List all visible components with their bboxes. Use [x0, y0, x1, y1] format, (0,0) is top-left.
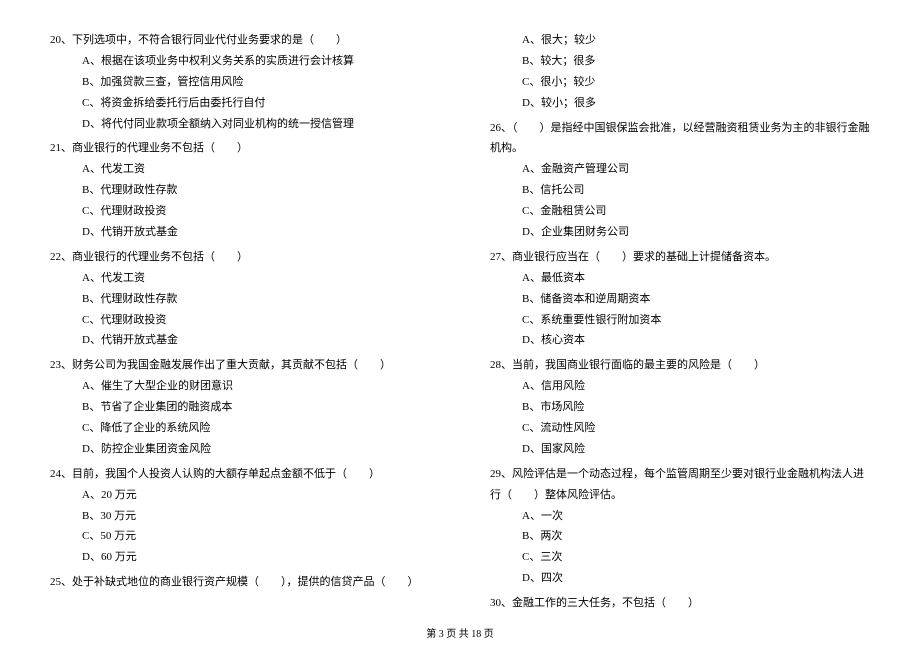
option: B、市场风险 [522, 397, 870, 418]
option: C、50 万元 [82, 526, 430, 547]
question-stem: 26、（ ）是指经中国银保监会批准，以经营融资租赁业务为主的非银行金融机构。 [490, 118, 870, 160]
option: D、较小；很多 [522, 93, 870, 114]
option: B、加强贷款三查，管控信用风险 [82, 72, 430, 93]
question-23: 23、财务公司为我国金融发展作出了重大贡献，其贡献不包括（ ） A、催生了大型企… [50, 355, 430, 459]
option: D、代销开放式基金 [82, 222, 430, 243]
question-options: A、金融资产管理公司 B、信托公司 C、金融租赁公司 D、企业集团财务公司 [490, 159, 870, 243]
page-content: 20、下列选项中，不符合银行同业代付业务要求的是（ ） A、根据在该项业务中权利… [0, 0, 920, 618]
question-stem: 28、当前，我国商业银行面临的最主要的风险是（ ） [490, 355, 870, 376]
question-26: 26、（ ）是指经中国银保监会批准，以经营融资租赁业务为主的非银行金融机构。 A… [490, 118, 870, 243]
option: A、代发工资 [82, 159, 430, 180]
option: D、四次 [522, 568, 870, 589]
option: A、一次 [522, 506, 870, 527]
question-options: A、代发工资 B、代理财政性存款 C、代理财政投资 D、代销开放式基金 [50, 159, 430, 243]
option: A、催生了大型企业的财团意识 [82, 376, 430, 397]
option: D、核心资本 [522, 330, 870, 351]
question-stem: 25、处于补缺式地位的商业银行资产规模（ ），提供的信贷产品（ ） [50, 572, 430, 593]
option: A、20 万元 [82, 485, 430, 506]
option: B、30 万元 [82, 506, 430, 527]
question-stem: 27、商业银行应当在（ ）要求的基础上计提储备资本。 [490, 247, 870, 268]
question-options: A、很大；较少 B、较大；很多 C、很小；较少 D、较小；很多 [490, 30, 870, 114]
option: C、降低了企业的系统风险 [82, 418, 430, 439]
option: C、三次 [522, 547, 870, 568]
option: B、代理财政性存款 [82, 289, 430, 310]
question-27: 27、商业银行应当在（ ）要求的基础上计提储备资本。 A、最低资本 B、储备资本… [490, 247, 870, 351]
option: A、金融资产管理公司 [522, 159, 870, 180]
question-stem: 30、金融工作的三大任务，不包括（ ） [490, 593, 870, 614]
right-column: A、很大；较少 B、较大；很多 C、很小；较少 D、较小；很多 26、（ ）是指… [490, 30, 870, 618]
question-options: A、催生了大型企业的财团意识 B、节省了企业集团的融资成本 C、降低了企业的系统… [50, 376, 430, 460]
option: B、代理财政性存款 [82, 180, 430, 201]
option: B、节省了企业集团的融资成本 [82, 397, 430, 418]
option: C、很小；较少 [522, 72, 870, 93]
option: C、金融租赁公司 [522, 201, 870, 222]
question-29: 29、风险评估是一个动态过程，每个监管周期至少要对银行业金融机构法人进行（ ）整… [490, 464, 870, 589]
question-stem: 20、下列选项中，不符合银行同业代付业务要求的是（ ） [50, 30, 430, 51]
option: C、代理财政投资 [82, 310, 430, 331]
question-stem: 22、商业银行的代理业务不包括（ ） [50, 247, 430, 268]
question-stem: 29、风险评估是一个动态过程，每个监管周期至少要对银行业金融机构法人进行（ ）整… [490, 464, 870, 506]
option: D、防控企业集团资金风险 [82, 439, 430, 460]
question-stem: 23、财务公司为我国金融发展作出了重大贡献，其贡献不包括（ ） [50, 355, 430, 376]
option: B、信托公司 [522, 180, 870, 201]
option: D、国家风险 [522, 439, 870, 460]
left-column: 20、下列选项中，不符合银行同业代付业务要求的是（ ） A、根据在该项业务中权利… [50, 30, 430, 618]
option: A、根据在该项业务中权利义务关系的实质进行会计核算 [82, 51, 430, 72]
option: C、将资金拆给委托行后由委托行自付 [82, 93, 430, 114]
question-options: A、代发工资 B、代理财政性存款 C、代理财政投资 D、代销开放式基金 [50, 268, 430, 352]
option: D、60 万元 [82, 547, 430, 568]
question-20: 20、下列选项中，不符合银行同业代付业务要求的是（ ） A、根据在该项业务中权利… [50, 30, 430, 134]
option: B、两次 [522, 526, 870, 547]
question-21: 21、商业银行的代理业务不包括（ ） A、代发工资 B、代理财政性存款 C、代理… [50, 138, 430, 242]
option: D、企业集团财务公司 [522, 222, 870, 243]
question-options: A、20 万元 B、30 万元 C、50 万元 D、60 万元 [50, 485, 430, 569]
question-25: 25、处于补缺式地位的商业银行资产规模（ ），提供的信贷产品（ ） [50, 572, 430, 593]
question-options: A、一次 B、两次 C、三次 D、四次 [490, 506, 870, 590]
question-stem: 21、商业银行的代理业务不包括（ ） [50, 138, 430, 159]
option: D、将代付同业款项全额纳入对同业机构的统一授信管理 [82, 114, 430, 135]
question-options: A、根据在该项业务中权利义务关系的实质进行会计核算 B、加强贷款三查，管控信用风… [50, 51, 430, 135]
question-options: A、最低资本 B、储备资本和逆周期资本 C、系统重要性银行附加资本 D、核心资本 [490, 268, 870, 352]
option: B、储备资本和逆周期资本 [522, 289, 870, 310]
option: A、代发工资 [82, 268, 430, 289]
question-25-opts: A、很大；较少 B、较大；很多 C、很小；较少 D、较小；很多 [490, 30, 870, 114]
question-stem: 24、目前，我国个人投资人认购的大额存单起点金额不低于（ ） [50, 464, 430, 485]
option: A、很大；较少 [522, 30, 870, 51]
option: A、最低资本 [522, 268, 870, 289]
option: A、信用风险 [522, 376, 870, 397]
question-24: 24、目前，我国个人投资人认购的大额存单起点金额不低于（ ） A、20 万元 B… [50, 464, 430, 568]
option: C、代理财政投资 [82, 201, 430, 222]
question-options: A、信用风险 B、市场风险 C、流动性风险 D、国家风险 [490, 376, 870, 460]
option: C、流动性风险 [522, 418, 870, 439]
question-28: 28、当前，我国商业银行面临的最主要的风险是（ ） A、信用风险 B、市场风险 … [490, 355, 870, 459]
question-22: 22、商业银行的代理业务不包括（ ） A、代发工资 B、代理财政性存款 C、代理… [50, 247, 430, 351]
option: C、系统重要性银行附加资本 [522, 310, 870, 331]
page-footer: 第 3 页 共 18 页 [0, 625, 920, 640]
option: D、代销开放式基金 [82, 330, 430, 351]
option: B、较大；很多 [522, 51, 870, 72]
question-30: 30、金融工作的三大任务，不包括（ ） [490, 593, 870, 614]
